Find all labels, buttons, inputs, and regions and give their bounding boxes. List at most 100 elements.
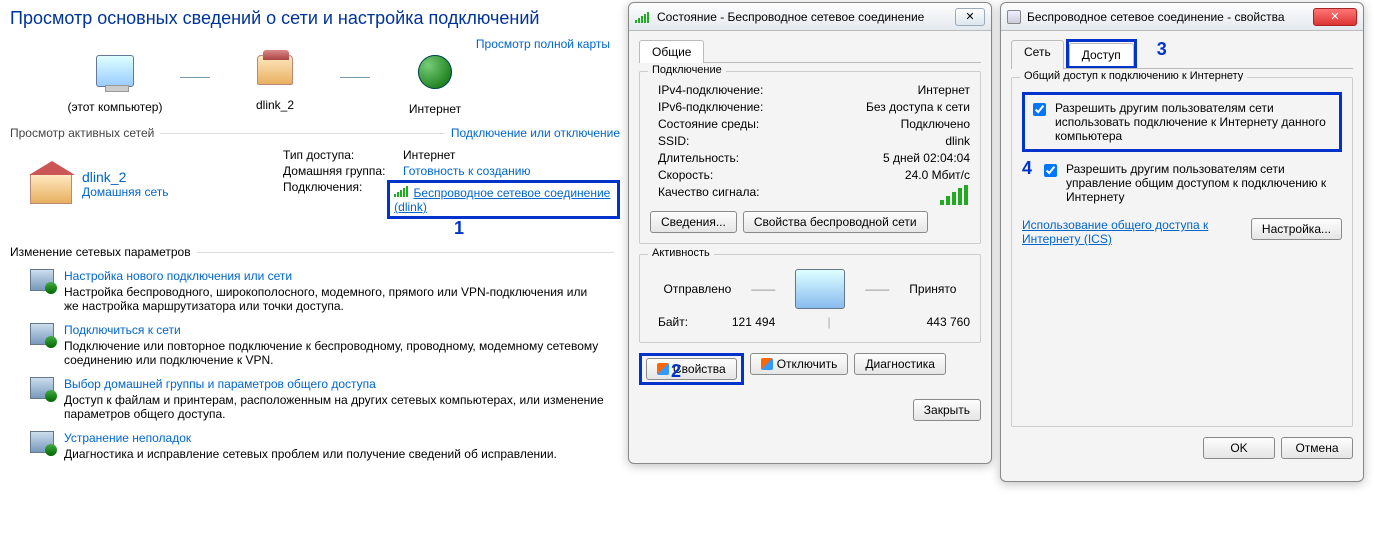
wireless-connection-link[interactable]: Беспроводное сетевое соединение (dlink) [394,186,610,214]
properties-button[interactable]: Свойства [646,358,737,380]
router-label: dlink_2 [210,98,340,112]
home-network-icon [30,174,72,204]
task-item: Устранение неполадок Диагностика и исправ… [30,431,620,461]
network-name-link[interactable]: dlink_2 [82,169,168,185]
ipv4-label: IPv4-подключение: [650,83,763,97]
task-description: Настройка беспроводного, широкополосного… [64,285,604,313]
this-computer-label: (этот компьютер) [50,100,180,114]
task-description: Диагностика и исправление сетевых пробле… [64,447,557,461]
highlight-box-3: Доступ [1066,39,1137,68]
internet-label: Интернет [370,102,500,116]
sent-label: Отправлено [664,282,732,296]
disable-button-label: Отключить [777,357,838,371]
speed-value: 24.0 Мбит/с [905,168,970,182]
wireless-properties-dialog: Беспроводное сетевое соединение - свойст… [1000,2,1364,482]
diagnose-button[interactable]: Диагностика [854,353,946,375]
task-link[interactable]: Устранение неполадок [64,431,557,445]
tab-access[interactable]: Доступ [1069,43,1134,66]
tabs: Сеть Доступ 3 [1011,39,1353,69]
task-item: Подключиться к сети Подключение или повто… [30,323,620,367]
group-title: Подключение [648,64,726,76]
tab-general[interactable]: Общие [639,40,704,63]
close-button[interactable]: ✕ [955,8,985,26]
map-connector [340,77,370,78]
allow-control-checkbox[interactable] [1044,164,1057,177]
ipv6-value: Без доступа к сети [866,100,970,114]
signal-bars-icon [940,185,968,205]
network-center-panel: Просмотр основных сведений о сети и наст… [10,8,620,461]
bytes-label: Байт: [650,315,688,329]
group-title: Общий доступ к подключению к Интернету [1020,70,1247,82]
access-type-label: Тип доступа: [283,148,403,162]
allow-share-label: Разрешить другим пользователям сети испо… [1055,101,1335,143]
shield-icon [761,358,773,370]
highlight-box-1: Беспроводное сетевое соединение (dlink) [387,180,620,219]
callout-2: 2 [671,361,681,382]
disable-button[interactable]: Отключить [750,353,849,375]
duration-label: Длительность: [650,151,739,165]
cancel-button[interactable]: Отмена [1281,437,1353,459]
settings-button[interactable]: Настройка... [1251,218,1342,240]
details-button[interactable]: Сведения... [650,211,737,233]
active-networks-label: Просмотр активных сетей [10,126,154,140]
callout-3: 3 [1157,39,1167,68]
close-button[interactable]: Закрыть [913,399,981,421]
view-full-map-link[interactable]: Просмотр полной карты [476,37,610,51]
ics-group: Общий доступ к подключению к Интернету Р… [1011,77,1353,427]
task-link[interactable]: Подключиться к сети [64,323,604,337]
wifi-signal-icon [635,11,649,23]
access-type-value: Интернет [403,148,455,162]
group-title: Активность [648,247,714,259]
task-icon [30,377,54,399]
duration-value: 5 дней 02:04:04 [883,151,970,165]
connection-group: Подключение IPv4-подключение:Интернет IP… [639,71,981,244]
media-label: Состояние среды: [650,117,759,131]
received-label: Принято [909,282,956,296]
highlight-box-4: Разрешить другим пользователям сети испо… [1022,92,1342,152]
change-params-label: Изменение сетевых параметров [10,245,191,259]
allow-share-checkbox[interactable] [1033,103,1046,116]
task-icon [30,431,54,453]
adapter-icon [1007,10,1021,24]
task-icon [30,269,54,291]
activity-computer-icon [795,269,845,309]
activity-group: Активность Отправлено —— —— Принято Байт… [639,254,981,343]
ipv4-value: Интернет [918,83,970,97]
task-description: Доступ к файлам и принтерам, расположенн… [64,393,604,421]
connect-disconnect-link[interactable]: Подключение или отключение [451,126,620,140]
allow-control-checkbox-row[interactable]: Разрешить другим пользователям сети упра… [1040,162,1342,204]
task-icon [30,323,54,345]
task-link[interactable]: Выбор домашней группы и параметров общег… [64,377,604,391]
ipv6-label: IPv6-подключение: [650,100,763,114]
panel-title: Просмотр основных сведений о сети и наст… [10,8,620,29]
callout-4: 4 [1022,158,1040,179]
connections-label: Подключения: [283,180,387,219]
wireless-status-dialog: Состояние - Беспроводное сетевое соедине… [628,2,992,464]
network-map: (этот компьютер) dlink_2 Интернет [50,55,620,116]
media-value: Подключено [901,117,970,131]
dialog-title: Беспроводное сетевое соединение - свойст… [1027,10,1307,24]
callout-1: 1 [454,218,464,239]
map-connector [180,77,210,78]
divider [160,133,445,134]
speed-label: Скорость: [650,168,713,182]
wifi-signal-icon [394,185,408,197]
allow-control-label: Разрешить другим пользователям сети упра… [1066,162,1342,204]
ok-button[interactable]: OK [1203,437,1275,459]
homegroup-link[interactable]: Готовность к созданию [403,164,530,178]
close-button[interactable]: ✕ [1313,8,1357,26]
network-type-link[interactable]: Домашняя сеть [82,185,168,199]
this-computer-icon [96,55,134,87]
router-icon [257,55,293,85]
homegroup-label: Домашняя группа: [283,164,403,178]
dialog-title: Состояние - Беспроводное сетевое соедине… [657,10,949,24]
task-item: Выбор домашней группы и параметров общег… [30,377,620,421]
allow-share-checkbox-row[interactable]: Разрешить другим пользователям сети испо… [1029,101,1335,143]
ics-help-link[interactable]: Использование общего доступа к Интернету… [1022,218,1222,246]
wireless-properties-button[interactable]: Свойства беспроводной сети [743,211,928,233]
signal-label: Качество сигнала: [650,185,759,205]
ssid-value: dlink [945,134,970,148]
task-link[interactable]: Настройка нового подключения или сети [64,269,604,283]
tab-network[interactable]: Сеть [1011,40,1064,69]
task-description: Подключение или повторное подключение к … [64,339,604,367]
